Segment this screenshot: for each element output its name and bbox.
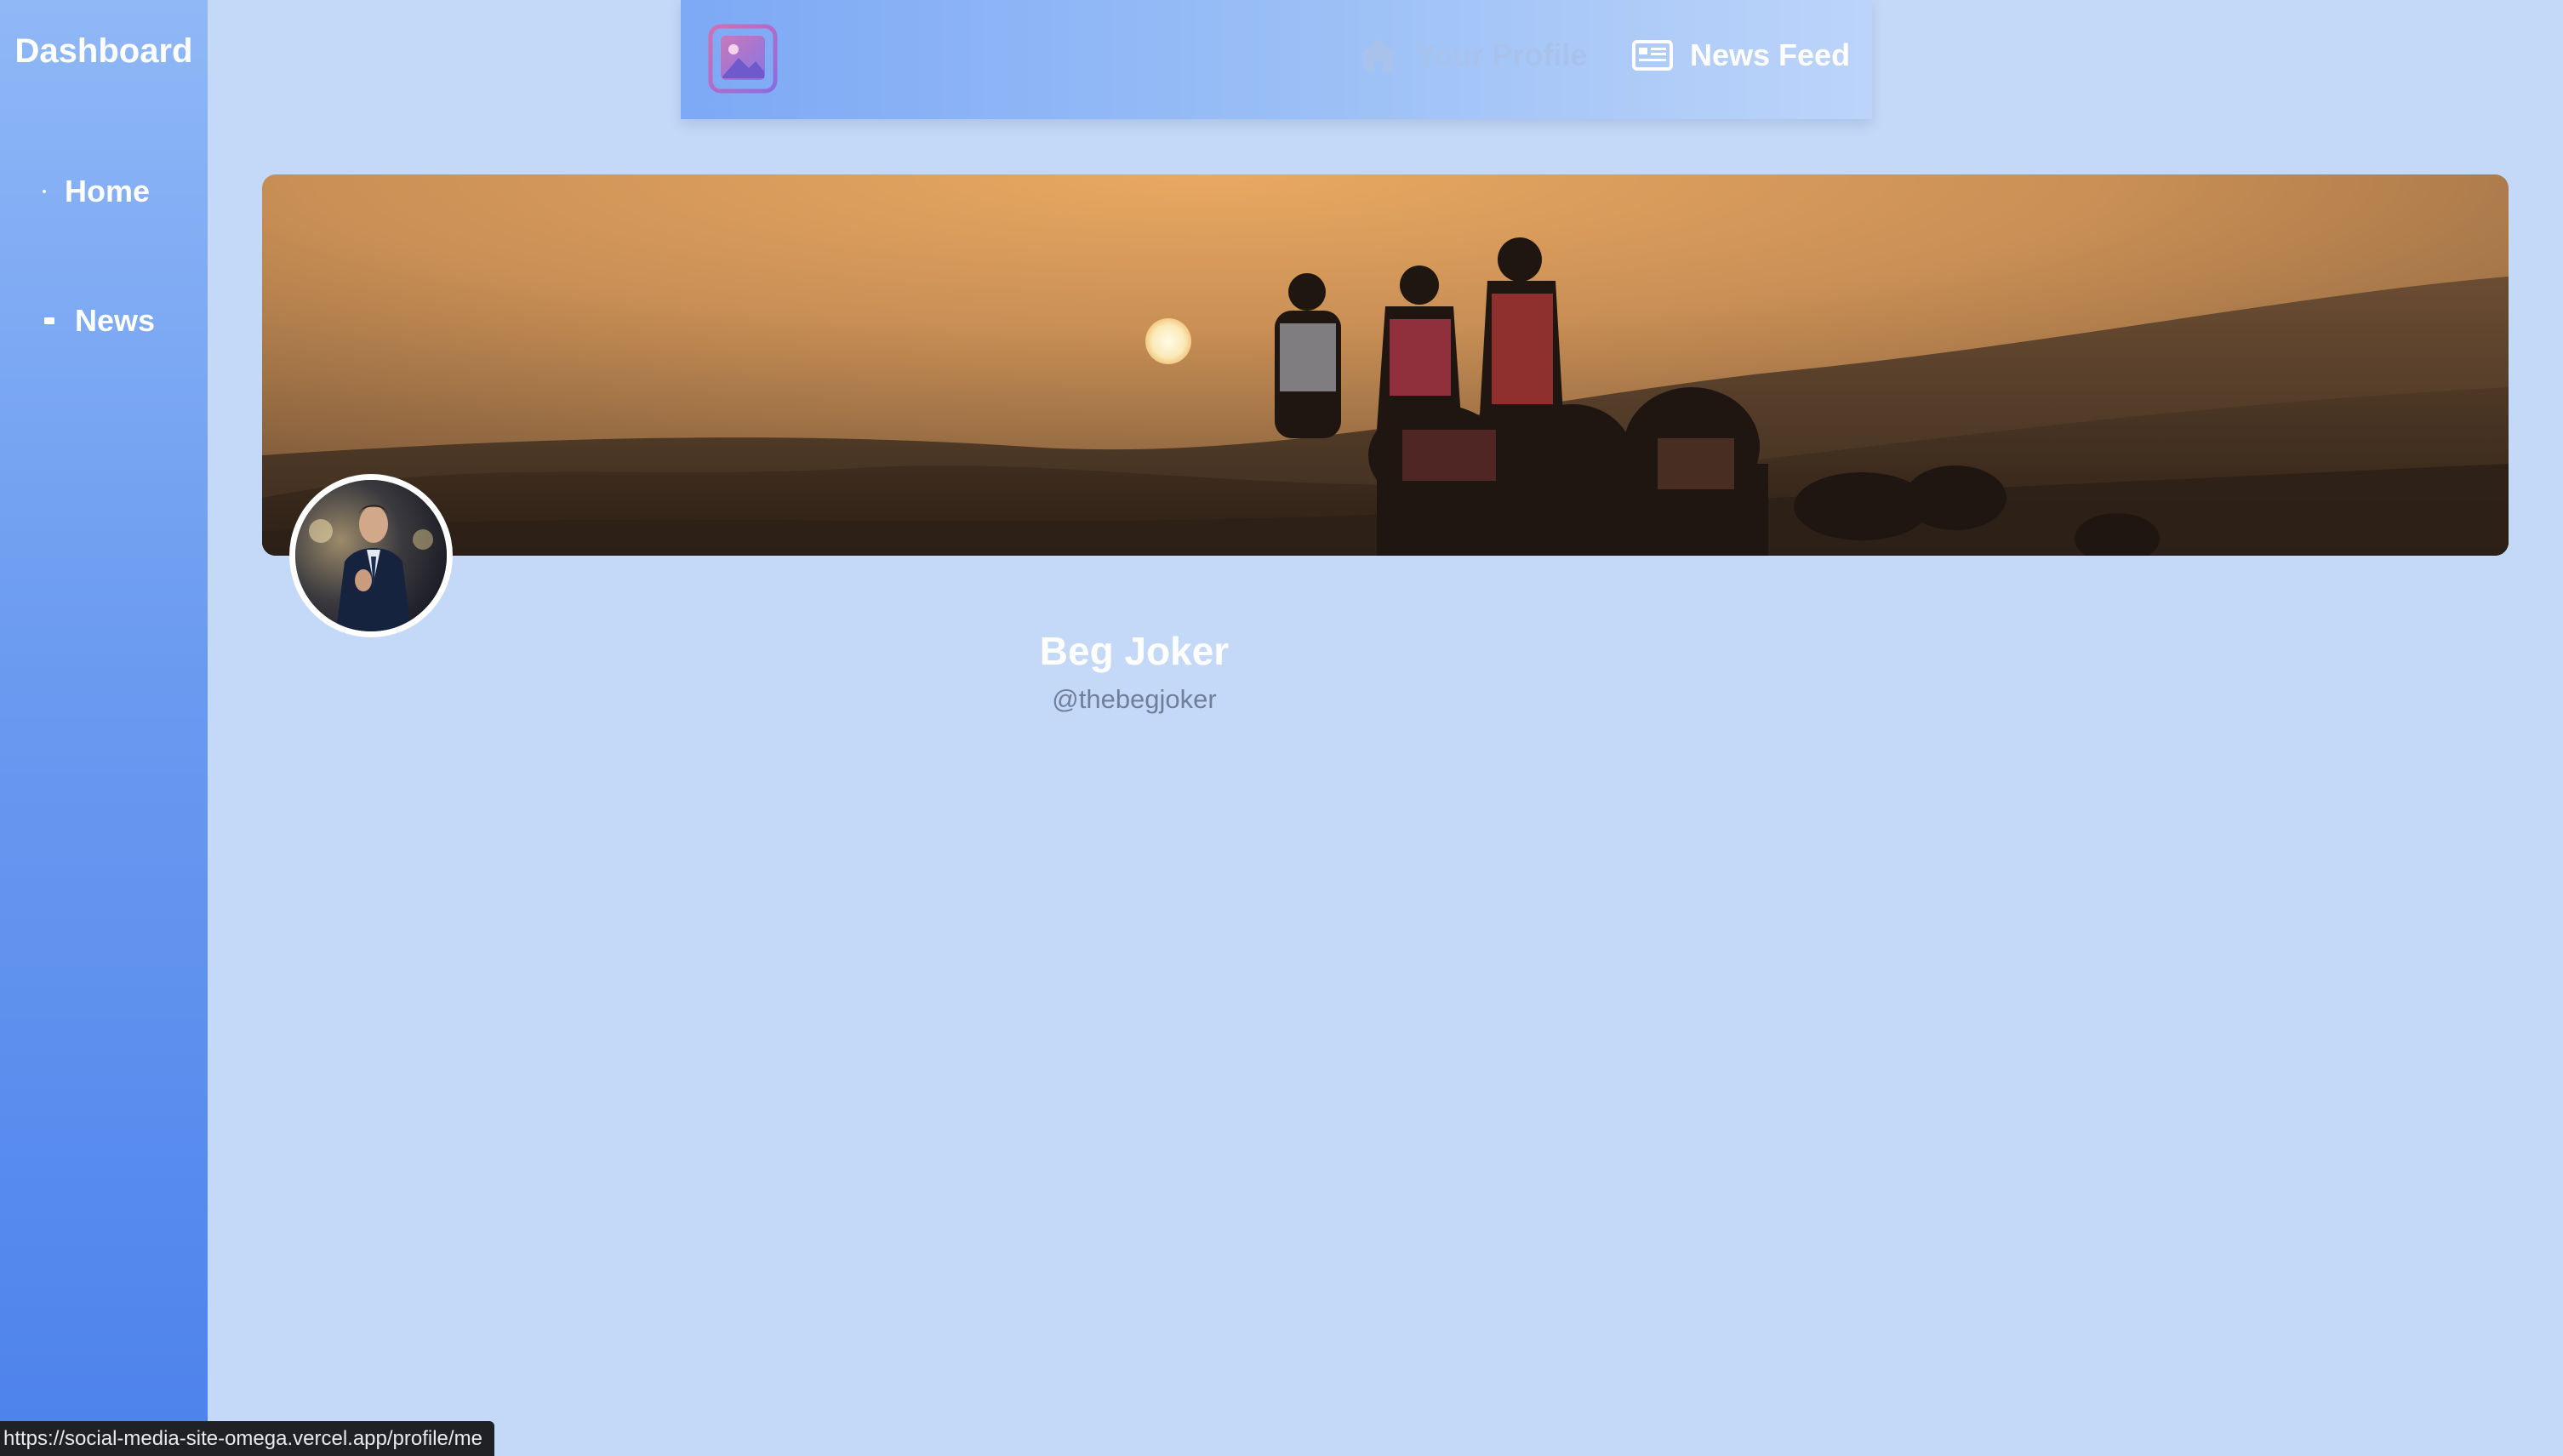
top-navbar: Your Profile News Feed xyxy=(681,0,1872,119)
photo-gallery-icon[interactable] xyxy=(708,24,778,94)
status-bar-url: https://social-media-site-omega.vercel.a… xyxy=(0,1421,494,1456)
profile-avatar[interactable] xyxy=(289,474,453,637)
nav-link-label: Your Profile xyxy=(1416,37,1588,72)
sidebar-item-news[interactable]: News xyxy=(34,303,155,339)
profile-name: Beg Joker xyxy=(1039,629,1230,673)
nav-link-news-feed[interactable]: News Feed xyxy=(1632,37,1850,73)
nav-link-label: News Feed xyxy=(1690,37,1851,72)
sidebar-title[interactable]: Dashboard xyxy=(0,32,208,71)
cover-photo xyxy=(262,174,2509,556)
home-icon xyxy=(1360,39,1397,71)
sidebar-item-label: News xyxy=(75,303,156,338)
profile-handle: @thebegjoker xyxy=(1052,684,1217,714)
newspaper-icon xyxy=(1632,40,1673,71)
sidebar: Dashboard Home News xyxy=(0,0,208,1456)
sidebar-item-label: Home xyxy=(65,174,151,208)
nav-link-your-profile[interactable]: Your Profile xyxy=(1358,37,1587,73)
sidebar-item-home[interactable]: Home xyxy=(34,174,150,209)
bullet-icon xyxy=(43,190,46,193)
bullet-icon xyxy=(44,317,54,324)
